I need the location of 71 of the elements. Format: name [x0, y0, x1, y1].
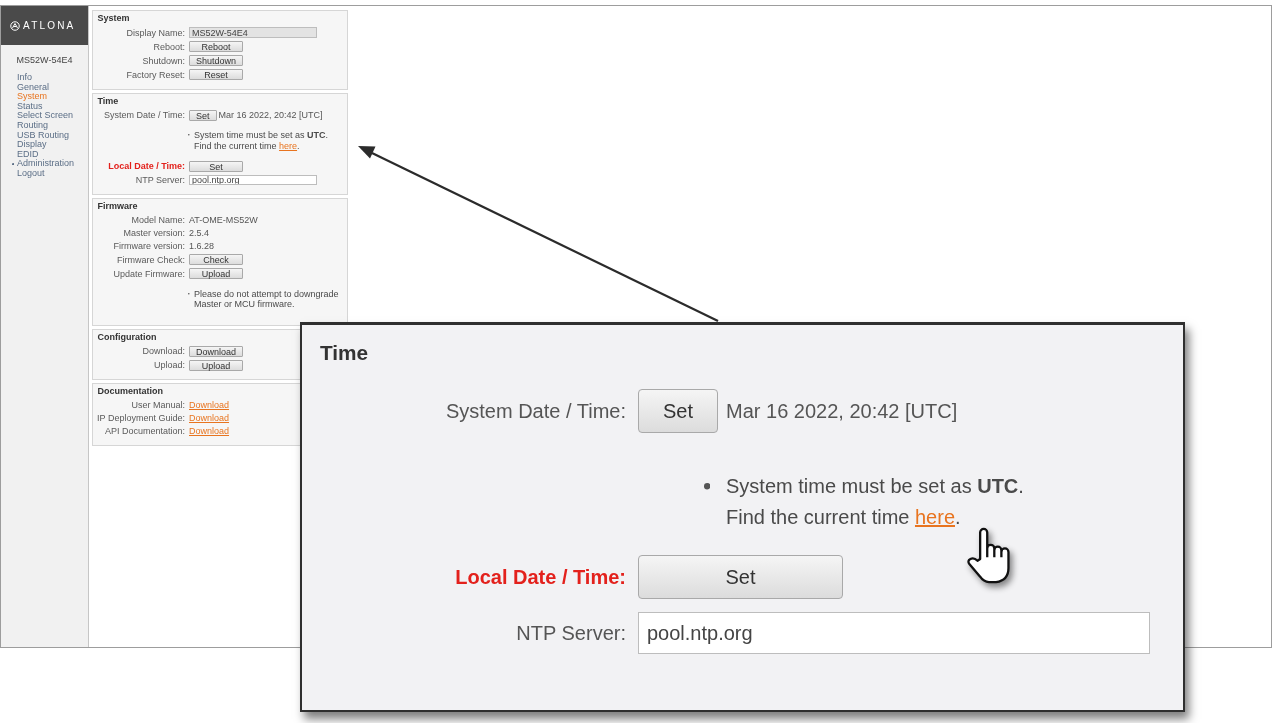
- nav-link[interactable]: EDID: [17, 149, 39, 160]
- set-button[interactable]: Set: [189, 109, 217, 121]
- nav-link[interactable]: Status: [17, 101, 43, 112]
- nav-link[interactable]: USB Routing: [17, 130, 70, 141]
- download-link[interactable]: Download: [189, 400, 230, 410]
- setting-label: Local Date / Time:: [107, 161, 185, 171]
- action-button[interactable]: Shutdown: [189, 55, 243, 66]
- note-text: System time must be set as UTC.: [726, 474, 1024, 499]
- section-title: Documentation: [96, 387, 163, 395]
- setting-label: API Documentation:: [103, 426, 185, 436]
- nav-link[interactable]: Administration: [17, 159, 75, 169]
- download-link[interactable]: Download: [189, 426, 230, 436]
- value-text: 2.5.4: [189, 228, 210, 238]
- action-button[interactable]: Set: [189, 160, 243, 172]
- nav-link[interactable]: Logout: [17, 168, 45, 179]
- section-title: Firmware: [96, 202, 138, 210]
- setting-label: IP Deployment Guide:: [96, 413, 185, 423]
- setting-label: Firmware Check:: [116, 254, 185, 265]
- section-title: Configuration: [96, 332, 157, 341]
- action-button[interactable]: Reboot: [189, 41, 243, 52]
- setting-label: Reboot:: [152, 41, 185, 52]
- text-field[interactable]: pool.ntp.org: [189, 174, 317, 186]
- section-title: Time: [96, 96, 119, 105]
- setting-label: Factory Reset:: [125, 69, 185, 80]
- nav-link[interactable]: Display: [17, 140, 47, 150]
- setting-label: Model Name:: [130, 215, 185, 225]
- logo-icon: [10, 20, 20, 31]
- action-button[interactable]: Download: [189, 345, 243, 357]
- nav-link[interactable]: Routing: [17, 120, 49, 131]
- setting-label: Update Firmware:: [112, 268, 185, 279]
- note-text: Find the current time here.: [194, 140, 300, 151]
- setting-label: User Manual:: [130, 400, 185, 410]
- action-button[interactable]: Upload: [189, 359, 243, 371]
- setting-label: Master version:: [122, 228, 185, 238]
- action-button[interactable]: Check: [189, 254, 243, 265]
- logo-text: ATLONA: [23, 20, 76, 31]
- help-link[interactable]: here: [914, 506, 955, 528]
- bullet-icon: [703, 483, 710, 490]
- value-text: 1.6.28: [189, 241, 215, 251]
- setting-label: System Date / Time:: [102, 110, 185, 120]
- setting-label: Display Name:: [125, 27, 185, 38]
- action-button[interactable]: Set: [638, 555, 843, 599]
- nav-link[interactable]: Info: [17, 73, 32, 83]
- hand-cursor-icon: [966, 527, 1012, 584]
- setting-label: NTP Server:: [515, 621, 626, 645]
- text-field[interactable]: pool.ntp.org: [638, 612, 1150, 654]
- value-text: AT-OME-MS52W: [189, 215, 258, 225]
- note-text: Master or MCU firmware.: [194, 299, 295, 310]
- setting-label: Upload:: [152, 360, 185, 370]
- setting-label: System Date / Time:: [444, 399, 626, 423]
- setting-label: Local Date / Time:: [454, 565, 626, 589]
- setting-label: Shutdown:: [141, 55, 185, 66]
- setting-label: NTP Server:: [134, 175, 185, 185]
- bullet-icon: [11, 162, 14, 166]
- setting-label: Firmware version:: [112, 241, 185, 251]
- date-time-text: Mar 16 2022, 20:42 [UTC]: [218, 110, 323, 120]
- action-button[interactable]: Reset: [189, 69, 243, 80]
- note-text: Find the current time here.: [726, 505, 961, 530]
- nav-link[interactable]: Select Screen: [17, 111, 74, 121]
- nav-link[interactable]: System: [17, 92, 47, 102]
- section-title: Time: [319, 340, 369, 366]
- setting-label: Download:: [141, 346, 185, 356]
- download-link[interactable]: Download: [189, 413, 230, 423]
- set-button[interactable]: Set: [638, 389, 719, 433]
- note-text: Please do not attempt to downgrade: [194, 288, 339, 299]
- nav-link[interactable]: General: [17, 82, 50, 93]
- date-time-text: Mar 16 2022, 20:42 [UTC]: [726, 399, 958, 423]
- device-name: MS52W-54E4: [15, 55, 74, 65]
- note-text: System time must be set as UTC.: [194, 130, 329, 141]
- action-button[interactable]: Upload: [189, 268, 243, 279]
- section-title: System: [96, 14, 130, 22]
